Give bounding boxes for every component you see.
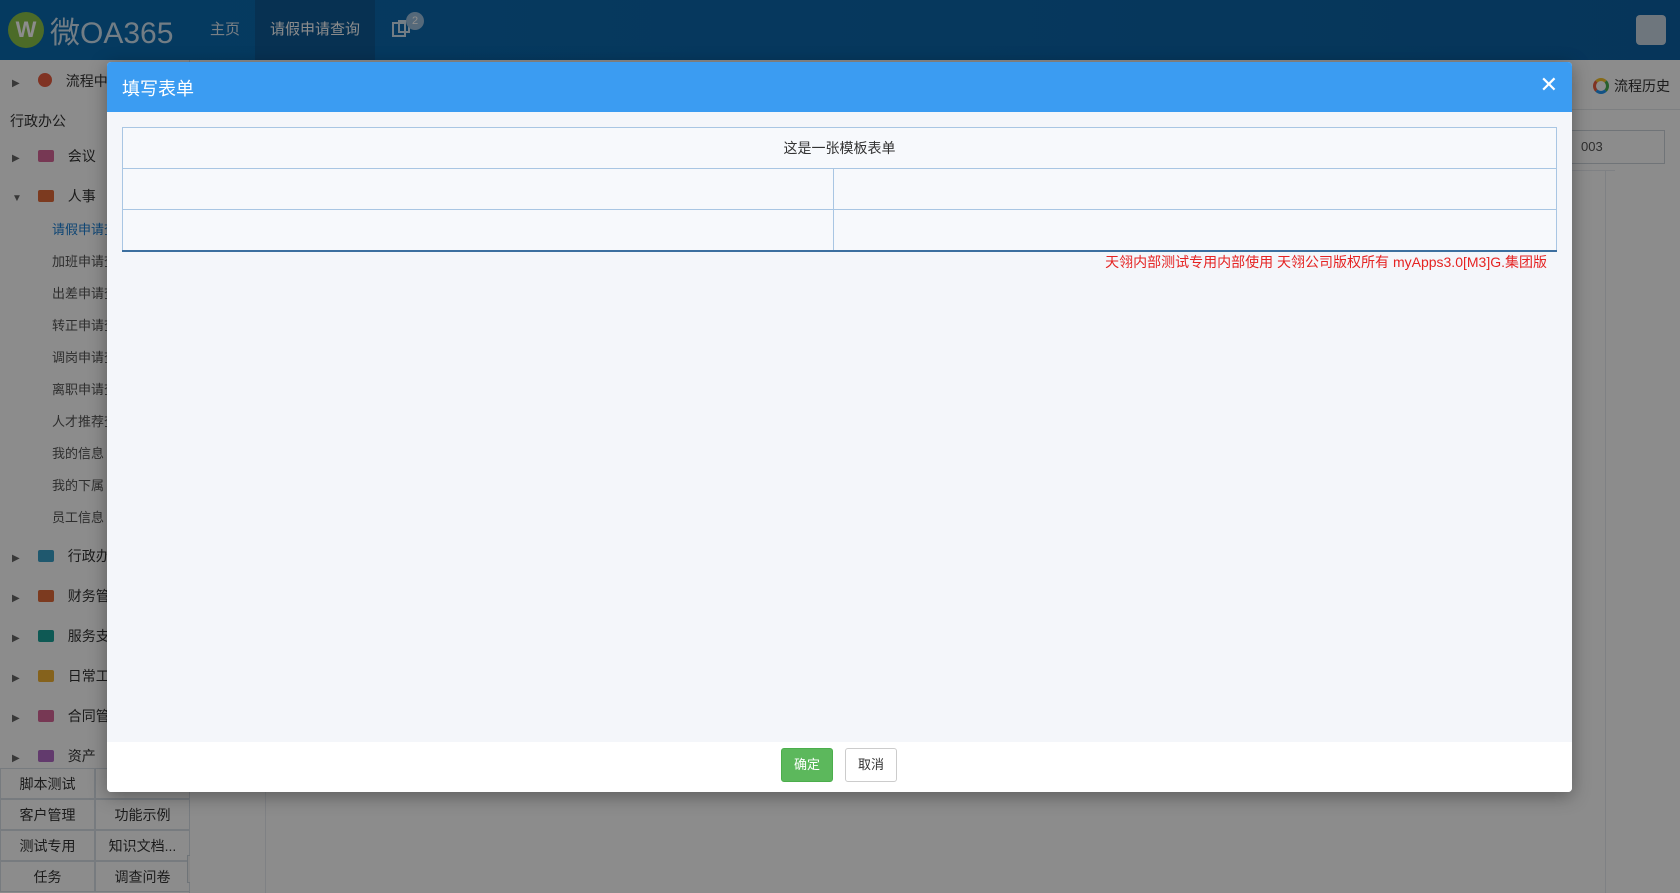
close-icon[interactable]: ✕ [1540,72,1558,98]
fill-form-dialog: 填写表单 ✕ 这是一张模板表单 天翎内部测试专用内部使用 天翎公司版权所有 my… [107,62,1572,792]
copyright-notice: 天翎内部测试专用内部使用 天翎公司版权所有 myApps3.0[M3]G.集团版 [1105,254,1547,270]
form-title: 这是一张模板表单 [122,127,1557,169]
confirm-button[interactable]: 确定 [781,748,834,782]
cancel-button[interactable]: 取消 [845,748,898,782]
dialog-body: 这是一张模板表单 天翎内部测试专用内部使用 天翎公司版权所有 myApps3.0… [107,112,1572,742]
dialog-header: 填写表单 ✕ [107,62,1572,112]
form-cell[interactable] [833,168,1557,210]
form-cell[interactable] [833,209,1557,252]
form-cell[interactable] [122,209,834,252]
dialog-title: 填写表单 [122,79,194,99]
form-table: 这是一张模板表单 [122,127,1557,252]
form-cell[interactable] [122,168,834,210]
dialog-footer: 确定 取消 [107,742,1572,792]
